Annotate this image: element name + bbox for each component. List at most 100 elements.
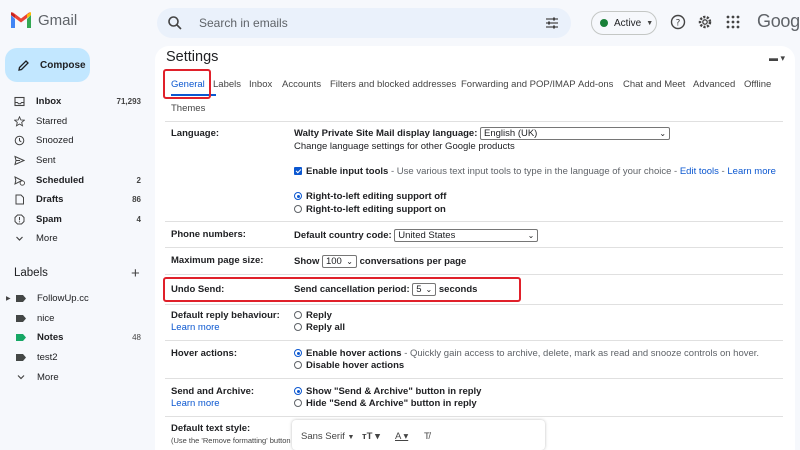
tab-advanced[interactable]: Advanced	[693, 79, 735, 90]
search-bar[interactable]	[157, 8, 571, 38]
input-tools-label: Enable input tools	[306, 166, 389, 177]
star-icon	[14, 115, 25, 127]
undo-send-row: Send cancellation period: 5 ⌄ seconds	[294, 283, 477, 296]
chevron-down-icon	[16, 237, 23, 242]
sidebar-item-sent[interactable]: Sent	[0, 151, 155, 171]
rtl-on-radio[interactable]	[294, 205, 302, 214]
sidebar-item-scheduled[interactable]: Scheduled 2	[0, 170, 155, 190]
hide-send-archive-radio[interactable]	[294, 399, 302, 408]
sidebar-item-starred[interactable]: Starred	[0, 112, 155, 132]
divider	[165, 221, 783, 222]
font-family-select[interactable]: Sans Serif ▼	[301, 431, 354, 442]
page-size-label: Maximum page size:	[171, 255, 264, 266]
label-name: FollowUp.cc	[37, 293, 89, 305]
input-tools-checkbox[interactable]	[294, 167, 302, 176]
spam-icon	[14, 214, 25, 225]
chevron-down-icon	[17, 374, 25, 380]
tab-accounts[interactable]: Accounts	[282, 79, 321, 90]
tab-forwarding[interactable]: Forwarding and POP/IMAP	[461, 79, 576, 90]
label-name: test2	[37, 352, 58, 364]
page-size-select[interactable]: 100 ⌄	[321, 255, 357, 268]
expand-caret-icon[interactable]: ▶	[6, 295, 11, 302]
tab-inbox[interactable]: Inbox	[249, 79, 272, 90]
sidebar-item-more[interactable]: More	[0, 229, 155, 249]
reply-all-option[interactable]: Reply all	[294, 322, 345, 333]
language-label: Language:	[171, 128, 220, 139]
divider	[165, 247, 783, 248]
sidebar-label-nice[interactable]: nice	[0, 309, 155, 329]
sidebar-label-notes[interactable]: Notes 48	[0, 328, 155, 348]
apps-grid-icon[interactable]	[725, 14, 741, 30]
search-icon[interactable]	[167, 15, 183, 31]
text-color-icon[interactable]: A ▾	[395, 431, 408, 442]
text-style-hint: (Use the 'Remove formatting' button	[171, 436, 291, 445]
change-language-link[interactable]: Change language settings for other Googl…	[294, 141, 515, 152]
label-tag-icon	[16, 354, 26, 362]
send-archive-learn-more-link[interactable]: Learn more	[171, 398, 220, 409]
disable-hover-radio[interactable]	[294, 361, 302, 370]
tab-filters[interactable]: Filters and blocked addresses	[330, 79, 456, 90]
gear-icon[interactable]	[697, 14, 713, 30]
tab-labels[interactable]: Labels	[213, 79, 241, 90]
rtl-off-radio[interactable]	[294, 192, 302, 201]
divider	[165, 340, 783, 341]
sidebar-item-inbox[interactable]: Inbox 71,293	[0, 92, 155, 112]
enable-hover-radio[interactable]	[294, 349, 302, 358]
reply-learn-more-link[interactable]: Learn more	[171, 322, 220, 333]
pencil-icon	[18, 59, 29, 71]
sidebar-item-label: More	[36, 233, 58, 245]
font-size-icon[interactable]: тT ▾	[362, 431, 380, 442]
tab-chat-meet[interactable]: Chat and Meet	[623, 79, 685, 90]
labels-heading: Labels	[14, 267, 48, 279]
sidebar-item-label: Sent	[36, 155, 56, 167]
country-code-select[interactable]: United States ⌄	[394, 229, 539, 242]
hide-send-archive-option[interactable]: Hide "Send & Archive" button in reply	[294, 398, 477, 409]
reply-option[interactable]: Reply	[294, 310, 332, 321]
tab-themes[interactable]: Themes	[171, 103, 205, 114]
compose-button[interactable]: Compose	[5, 48, 90, 82]
search-options-icon[interactable]	[545, 16, 559, 30]
tab-addons[interactable]: Add-ons	[578, 79, 613, 90]
unread-count: 4	[136, 214, 141, 224]
display-language-select[interactable]: English (UK) ⌄	[480, 127, 671, 140]
remove-formatting-icon[interactable]: T̸	[424, 431, 430, 442]
divider	[165, 304, 783, 305]
enable-hover-option[interactable]: Enable hover actions - Quickly gain acce…	[294, 348, 759, 359]
sidebar-label-test2[interactable]: test2	[0, 348, 155, 368]
edit-tools-link[interactable]: Edit tools	[680, 166, 719, 177]
select-value: United States	[398, 230, 456, 241]
compose-label: Compose	[40, 59, 86, 71]
sidebar-item-spam[interactable]: Spam 4	[0, 210, 155, 230]
reply-radio[interactable]	[294, 311, 302, 320]
add-label-icon[interactable]: +	[131, 265, 140, 282]
mailbox-nav: Inbox 71,293 Starred Snoozed Sent Schedu…	[0, 92, 155, 249]
sidebar-item-drafts[interactable]: Drafts 86	[0, 190, 155, 210]
divider	[165, 274, 783, 275]
tab-offline[interactable]: Offline	[744, 79, 771, 90]
sidebar-label-followup[interactable]: ▶ FollowUp.cc	[0, 289, 155, 309]
help-icon[interactable]: ?	[670, 14, 686, 30]
learn-more-link[interactable]: Learn more	[727, 166, 776, 177]
search-input[interactable]	[199, 16, 519, 30]
rtl-off-label: Right-to-left editing support off	[306, 191, 447, 202]
reply-behaviour-label: Default reply behaviour:	[171, 310, 280, 321]
show-send-archive-option[interactable]: Show "Send & Archive" button in reply	[294, 386, 481, 397]
sidebar-label-more[interactable]: More	[0, 367, 155, 387]
undo-send-label: Undo Send:	[171, 284, 225, 295]
show-send-archive-radio[interactable]	[294, 387, 302, 396]
gmail-logo[interactable]: Gmail	[10, 12, 77, 29]
cancellation-period-select[interactable]: 5 ⌄	[412, 283, 437, 296]
sidebar-item-snoozed[interactable]: Snoozed	[0, 131, 155, 151]
rtl-off-option[interactable]: Right-to-left editing support off	[294, 191, 446, 202]
country-code-label: Default country code:	[294, 230, 392, 242]
status-selector[interactable]: Active ▼	[591, 11, 657, 35]
input-tools-keyboard-icon[interactable]: ▬ ▾	[769, 53, 785, 64]
google-account-logo[interactable]: Google	[757, 11, 800, 32]
show-label: Show	[294, 256, 320, 268]
gmail-app: Gmail Active ▼ ?	[0, 0, 800, 450]
enable-hover-label: Enable hover actions	[306, 348, 402, 359]
rtl-on-option[interactable]: Right-to-left editing support on	[294, 204, 446, 215]
sidebar-item-label: Snoozed	[36, 135, 74, 147]
reply-all-radio[interactable]	[294, 323, 302, 332]
disable-hover-option[interactable]: Disable hover actions	[294, 360, 404, 371]
